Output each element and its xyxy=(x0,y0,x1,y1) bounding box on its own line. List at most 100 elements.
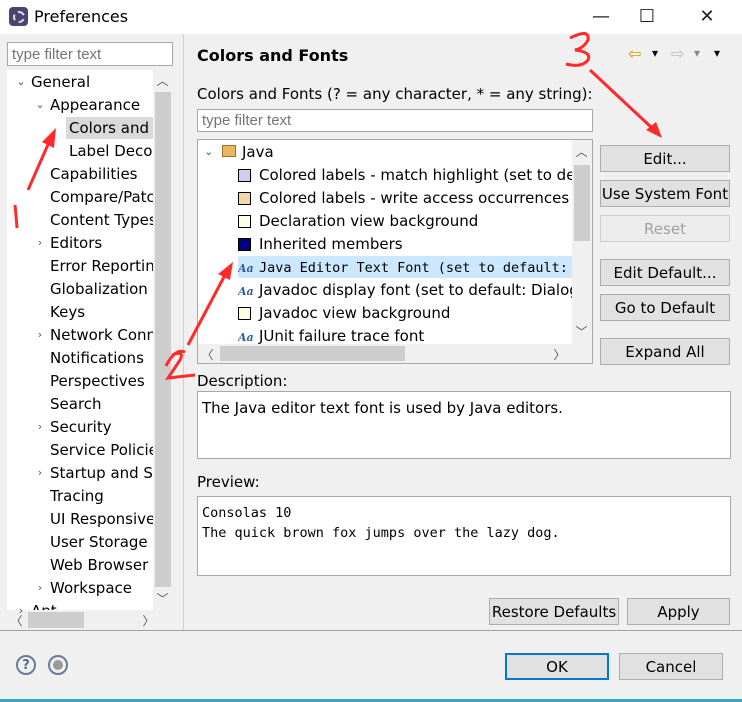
window-title: Preferences xyxy=(34,7,129,26)
list-item[interactable]: Aa Javadoc display font (set to default: … xyxy=(238,279,572,301)
list-item-label: Javadoc view background xyxy=(259,304,451,322)
tree-item[interactable]: General xyxy=(28,71,93,93)
list-vertical-scrollbar[interactable]: ︿ ﹀ xyxy=(572,140,592,344)
scroll-up-icon[interactable]: ︿ xyxy=(153,72,172,89)
collapsed-chevron-icon[interactable]: › xyxy=(34,236,46,249)
collapsed-chevron-icon[interactable]: › xyxy=(34,581,46,594)
apply-button[interactable]: Apply xyxy=(627,598,730,625)
back-dropdown-icon[interactable]: ▾ xyxy=(652,46,658,60)
forward-icon[interactable]: ⇨ xyxy=(671,44,684,63)
scrollbar-thumb[interactable] xyxy=(220,346,405,361)
font-icon: Aa xyxy=(238,262,254,275)
colors-fonts-tree: Aa JUnit failure trace font Javadoc view b… xyxy=(197,139,593,364)
tree-item[interactable]: Compare/Patc xyxy=(47,186,158,208)
color-swatch-icon xyxy=(238,307,251,320)
colors-filter-input[interactable] xyxy=(197,109,593,132)
scroll-right-icon[interactable]: 〉 xyxy=(139,612,158,629)
preview-font-name: Consolas 10 xyxy=(202,505,292,521)
edit-button[interactable]: Edit... xyxy=(600,145,730,172)
description-label: Description: xyxy=(197,372,288,390)
scroll-down-icon[interactable]: ﹀ xyxy=(153,590,172,607)
color-swatch-icon xyxy=(238,238,251,251)
color-swatch-icon xyxy=(238,169,251,182)
help-icon[interactable]: ? xyxy=(16,655,36,675)
list-item-label: Inherited members xyxy=(259,235,403,253)
annotation-arrowhead-3 xyxy=(646,122,662,138)
tree-item[interactable]: Perspectives xyxy=(47,370,148,392)
tree-filter-input[interactable] xyxy=(7,42,173,66)
minimize-button[interactable]: — xyxy=(578,0,624,32)
scroll-down-icon[interactable]: ﹀ xyxy=(572,323,591,340)
tree-horizontal-scrollbar[interactable]: 〈 〉 xyxy=(7,610,173,630)
view-menu-icon[interactable]: ▾ xyxy=(714,46,720,60)
list-item[interactable]: Declaration view background xyxy=(238,210,572,232)
tree-item[interactable]: Network Conn xyxy=(47,324,159,346)
reset-button[interactable]: Reset xyxy=(600,215,730,242)
go-to-default-button[interactable]: Go to Default xyxy=(600,294,730,321)
list-item[interactable]: Inherited members xyxy=(238,233,572,255)
oomph-record-icon[interactable] xyxy=(48,655,68,675)
list-item[interactable]: Colored labels - match highlight (set to… xyxy=(238,164,572,186)
scrollbar-thumb[interactable] xyxy=(574,165,590,241)
tree-item[interactable]: Workspace xyxy=(47,577,135,599)
font-icon: Aa xyxy=(238,285,254,298)
tree-item[interactable]: Capabilities xyxy=(47,163,141,185)
tree-item[interactable]: Globalization xyxy=(47,278,151,300)
tree-item[interactable]: Error Reportin xyxy=(47,255,158,277)
tree-item[interactable]: Search xyxy=(47,393,105,415)
tree-item[interactable]: Service Policie xyxy=(47,439,161,461)
tree-item[interactable]: Editors xyxy=(47,232,105,254)
collapsed-chevron-icon[interactable]: › xyxy=(34,328,46,341)
expanded-chevron-icon[interactable]: ⌄ xyxy=(204,141,213,163)
tree-item[interactable]: Web Browser xyxy=(47,554,151,576)
collapsed-chevron-icon[interactable]: › xyxy=(34,420,46,433)
scrollbar-thumb[interactable] xyxy=(28,612,84,628)
list-item[interactable]: Javadoc view background xyxy=(238,302,572,324)
description-box: The Java editor text font is used by Jav… xyxy=(197,391,731,459)
color-swatch-icon xyxy=(238,192,251,205)
ok-button[interactable]: OK xyxy=(505,653,609,680)
color-swatch-icon xyxy=(238,215,251,228)
preview-box: Consolas 10 The quick brown fox jumps ov… xyxy=(197,496,731,576)
tree-item[interactable]: Colors and xyxy=(66,117,153,139)
close-button[interactable]: ✕ xyxy=(684,0,730,32)
cancel-button[interactable]: Cancel xyxy=(619,653,723,680)
tree-item[interactable]: Startup and Sh xyxy=(47,462,165,484)
scrollbar-thumb[interactable] xyxy=(155,92,171,587)
tree-item[interactable]: Tracing xyxy=(47,485,107,507)
panel-divider[interactable] xyxy=(183,34,184,630)
list-item[interactable]: Colored labels - write access occurrence… xyxy=(238,187,572,209)
back-icon[interactable]: ⇦ xyxy=(628,44,641,63)
collapsed-chevron-icon[interactable]: › xyxy=(15,604,27,617)
scroll-left-icon[interactable]: 〈 xyxy=(198,346,217,363)
use-system-font-button[interactable]: Use System Font xyxy=(600,180,730,207)
expanded-chevron-icon[interactable]: ⌄ xyxy=(34,98,46,111)
edit-default-button[interactable]: Edit Default... xyxy=(600,259,730,286)
category-java[interactable]: Java xyxy=(242,141,274,163)
tree-item[interactable]: Security xyxy=(47,416,115,438)
tree-item[interactable]: Appearance xyxy=(47,94,143,116)
tree-item[interactable]: UI Responsive xyxy=(47,508,158,530)
footer-separator xyxy=(0,630,742,631)
scroll-right-icon[interactable]: 〉 xyxy=(550,346,569,363)
tree-item[interactable]: Keys xyxy=(47,301,88,323)
expanded-chevron-icon[interactable]: ⌄ xyxy=(15,75,27,88)
annotation-arrow-3 xyxy=(588,68,654,130)
collapsed-chevron-icon[interactable]: › xyxy=(34,466,46,479)
tree-vertical-scrollbar[interactable]: ︿ ﹀ xyxy=(153,70,173,610)
forward-dropdown-icon[interactable]: ▾ xyxy=(694,46,700,60)
expand-all-button[interactable]: Expand All xyxy=(600,338,730,365)
tree-item[interactable]: Label Decor xyxy=(66,140,162,162)
annotation-mark-3: 3 xyxy=(565,32,591,67)
tree-item[interactable]: User Storage S xyxy=(47,531,165,553)
restore-defaults-button[interactable]: Restore Defaults xyxy=(489,598,619,625)
maximize-button[interactable]: ☐ xyxy=(624,0,670,32)
list-item-label: JUnit failure trace font xyxy=(259,327,425,345)
page-title: Colors and Fonts xyxy=(197,46,349,65)
tree-item[interactable]: Content Types xyxy=(47,209,160,231)
tree-item[interactable]: Notifications xyxy=(47,347,147,369)
list-horizontal-scrollbar[interactable]: 〈 〉 xyxy=(198,344,592,363)
scroll-up-icon[interactable]: ︿ xyxy=(572,143,591,160)
list-item[interactable]: Aa Java Editor Text Font (set to default: xyxy=(238,256,572,278)
list-item-label: Javadoc display font (set to default: Di… xyxy=(259,281,572,299)
